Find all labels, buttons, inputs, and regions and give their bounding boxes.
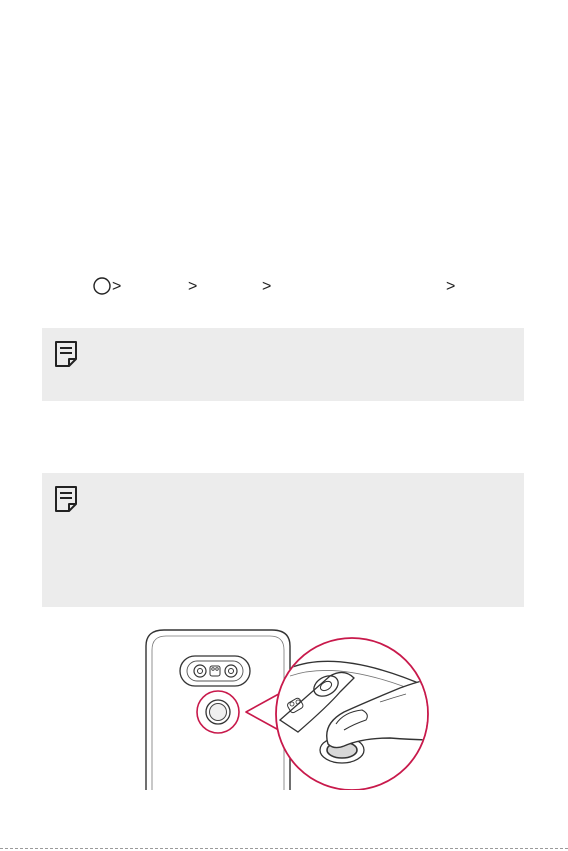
note-icon bbox=[55, 341, 77, 367]
note-icon bbox=[55, 486, 77, 512]
navigation-path-graphic: > > > > bbox=[93, 277, 455, 295]
path-separator-1: > bbox=[112, 278, 121, 295]
path-separator-4: > bbox=[446, 278, 455, 295]
navigation-path: > > > > bbox=[90, 276, 510, 296]
note-box-1 bbox=[42, 328, 524, 401]
home-circle-icon bbox=[93, 277, 111, 295]
fingerprint-sensor-illustration bbox=[145, 629, 429, 790]
manual-page: { "page": { "navigation_path": { "separa… bbox=[0, 0, 568, 851]
note-box-2 bbox=[42, 473, 524, 607]
path-separator-3: > bbox=[262, 278, 271, 295]
path-separator-2: > bbox=[188, 278, 197, 295]
page-bottom-rule bbox=[0, 848, 568, 849]
